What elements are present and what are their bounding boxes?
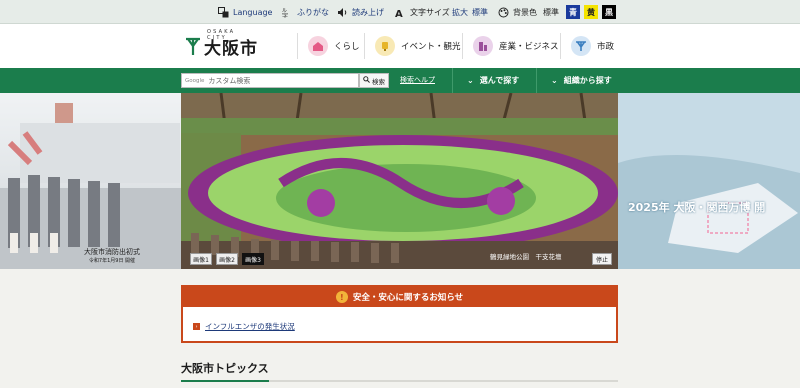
menu-choose-label: 選んで探す (479, 76, 520, 85)
read-aloud-label: 読み上げ (352, 7, 384, 17)
search-button-label: 検索 (372, 77, 385, 86)
menu-org-label: 組織から探す (563, 76, 612, 85)
next-slide-photo[interactable] (618, 93, 800, 269)
safety-alert-header: ! 安全・安心に関するお知らせ (183, 287, 616, 307)
prev-slide-date: 令和7年1月9日 開催 (88, 258, 136, 264)
bg-color-group: 背景色 (498, 0, 537, 24)
prev-slide-photo[interactable] (0, 93, 181, 269)
search-icon (363, 76, 370, 85)
nav-city-government[interactable]: 市政 (560, 33, 614, 59)
furigana-label: ふりがな (297, 7, 329, 17)
city-emblem-icon (571, 36, 591, 56)
alert-list-item[interactable]: › インフルエンザの発生状況 (193, 321, 295, 332)
hero-carousel: 大阪市消防出初式 令和7年1月9日 開催 2025年 大阪・関西万博 開 画像1… (0, 93, 800, 269)
current-slide-photo[interactable] (181, 93, 618, 269)
slide-thumb-3[interactable]: 画像3 (242, 253, 264, 265)
search-help-link[interactable]: 検索ヘルプ (400, 75, 435, 85)
site-logo[interactable]: 大阪市 OSAKA CITY (185, 29, 258, 62)
building-icon (473, 36, 493, 56)
bg-black-button[interactable]: 黒 (602, 5, 616, 19)
nav-city-government-label: 市政 (597, 42, 615, 52)
nav-events[interactable]: イベント・観光 (364, 33, 461, 59)
bg-blue-button[interactable]: 青 (566, 5, 580, 19)
text-size-standard[interactable]: 標準 (472, 0, 488, 24)
search-input[interactable]: Google カスタム検索 (181, 73, 359, 88)
alert-item-link[interactable]: インフルエンザの発生状況 (205, 321, 295, 332)
topics-heading: 大阪市トピックス (181, 362, 269, 375)
slide-thumb-2[interactable]: 画像2 (216, 253, 238, 265)
menu-organization[interactable]: ⌄ 組織から探す (536, 68, 618, 93)
slide-thumb-1[interactable]: 画像1 (190, 253, 212, 265)
nav-business[interactable]: 産業・ビジネス (462, 33, 559, 59)
nav-business-label: 産業・ビジネス (499, 42, 559, 52)
nav-events-label: イベント・観光 (401, 42, 461, 52)
google-label: Google (185, 77, 205, 84)
read-aloud-link[interactable]: 読み上げ (337, 0, 384, 24)
topics-underline (181, 380, 618, 382)
furigana-icon: ル字 (282, 7, 293, 18)
osaka-emblem-icon (185, 36, 201, 56)
bg-color-label: 背景色 (513, 7, 537, 17)
speaker-icon (337, 7, 348, 18)
safety-alert-box: ! 安全・安心に関するお知らせ › インフルエンザの発生状況 (181, 285, 618, 343)
lamp-icon (375, 36, 395, 56)
bg-standard-button[interactable]: 標準 (543, 0, 559, 24)
text-size-group: A 文字サイズ (395, 0, 450, 24)
search-button[interactable]: 検索 (359, 73, 389, 88)
alert-icon: ! (335, 291, 348, 303)
text-size-icon: A (395, 7, 406, 18)
svg-text:A: A (395, 9, 403, 18)
house-icon (308, 36, 328, 56)
safety-alert-title: 安全・安心に関するお知らせ (352, 293, 464, 303)
language-link[interactable]: Language (218, 0, 272, 24)
slideshow-stop-button[interactable]: 停止 (592, 253, 612, 265)
slide-caption: 鶴見緑地公園 干支花壇 (490, 253, 562, 261)
palette-icon (498, 7, 509, 18)
next-slide-title: 2025年 大阪・関西万博 開 (628, 201, 766, 214)
search-placeholder: カスタム検索 (208, 76, 251, 85)
arrow-right-icon: › (193, 323, 200, 330)
svg-text:字: 字 (282, 12, 288, 18)
menu-choose[interactable]: ⌄ 選んで探す (452, 68, 536, 93)
nav-living[interactable]: くらし (297, 33, 360, 59)
bg-yellow-button[interactable]: 黄 (584, 5, 598, 19)
prev-slide-title: 大阪市消防出初式 (84, 248, 140, 256)
chevron-down-icon: ⌄ (467, 76, 474, 85)
language-label: Language (233, 7, 273, 17)
chevron-down-icon: ⌄ (551, 76, 558, 85)
logo-osaka-city: OSAKA CITY (207, 29, 236, 41)
furigana-link[interactable]: ル字 ふりがな (282, 0, 329, 24)
text-size-enlarge[interactable]: 拡大 (452, 0, 468, 24)
language-icon (218, 6, 229, 18)
text-size-label: 文字サイズ (410, 7, 450, 17)
prev-slide-caption: 大阪市消防出初式 令和7年1月9日 開催 (84, 248, 140, 266)
nav-living-label: くらし (334, 42, 360, 52)
